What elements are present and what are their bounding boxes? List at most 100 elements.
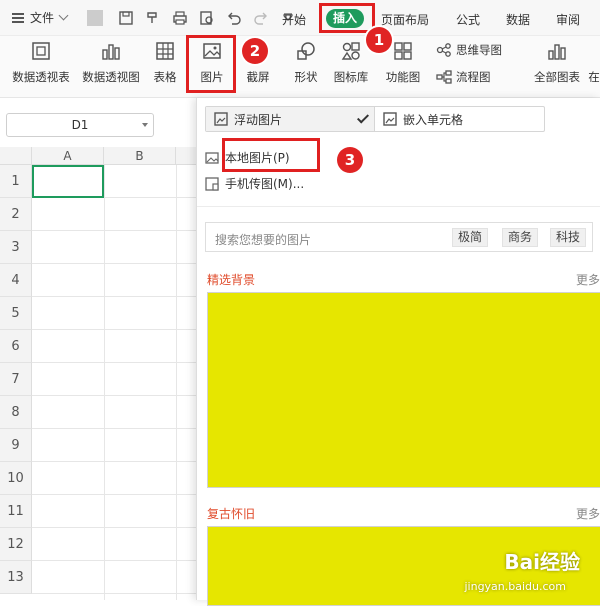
row-gridline	[32, 593, 196, 594]
row-header[interactable]: 7	[0, 363, 32, 396]
save-icon[interactable]	[118, 10, 134, 26]
picture-search-box[interactable]: 搜索您想要的图片 极简 商务 科技	[205, 222, 593, 252]
print-icon[interactable]	[172, 10, 188, 26]
icon-library-icon	[341, 42, 360, 60]
chip-minimal[interactable]: 极简	[452, 228, 489, 247]
row-header[interactable]: 11	[0, 495, 32, 528]
flowchart-label: 流程图	[456, 70, 491, 84]
row-header[interactable]: 2	[0, 198, 32, 231]
section-featured-title: 精选背景	[207, 273, 256, 287]
section-retro-more-link[interactable]: 更多	[576, 505, 600, 522]
row-header[interactable]: 3	[0, 231, 32, 264]
row-header[interactable]: 12	[0, 528, 32, 561]
float-picture-icon	[214, 112, 228, 126]
row-gridline	[32, 362, 196, 363]
row-gridline	[32, 494, 196, 495]
picture-mode-toggle: 浮动图片 嵌入单元格	[205, 106, 545, 132]
screenshot-label: 截屏	[246, 70, 270, 84]
table-icon	[156, 42, 174, 60]
picture-dropdown-panel: 浮动图片 嵌入单元格 本地图片(P) 手机传图(M)... 搜索您想要的图片 极…	[196, 98, 600, 606]
all-charts-button[interactable]: 全部图表	[532, 40, 582, 85]
pivot-table-button[interactable]: 数据透视表	[10, 40, 72, 85]
shapes-icon	[297, 42, 315, 60]
column-header-c[interactable]	[176, 147, 196, 165]
overflow-button[interactable]: 在	[588, 69, 600, 85]
tab-data[interactable]: 数据	[506, 11, 530, 28]
column-header-b[interactable]: B	[104, 147, 176, 165]
undo-icon[interactable]	[226, 10, 242, 26]
chip-tech[interactable]: 科技	[550, 228, 587, 247]
format-painter-icon[interactable]	[145, 10, 161, 26]
name-box-value: D1	[71, 118, 89, 132]
quick-access-toolbar	[83, 9, 296, 26]
active-cell[interactable]	[32, 165, 104, 198]
baidu-watermark-logo: Bai经验	[504, 550, 580, 574]
phone-picture-item[interactable]: 手机传图(M)...	[205, 175, 304, 192]
tab-home[interactable]: 开始	[282, 11, 306, 28]
icon-library-button[interactable]: 图标库	[332, 40, 370, 85]
function-chart-label: 功能图	[385, 70, 421, 84]
flowchart-icon	[436, 70, 452, 84]
featured-background-thumbnail[interactable]	[207, 292, 600, 488]
embed-cell-option[interactable]: 嵌入单元格	[375, 107, 544, 131]
retro-thumbnail[interactable]: Bai经验 jingyan.baidu.com	[207, 526, 600, 606]
tab-page-layout[interactable]: 页面布局	[381, 11, 429, 28]
image-icon	[205, 151, 219, 164]
row-header[interactable]: 8	[0, 396, 32, 429]
pivot-table-icon	[32, 42, 50, 60]
function-chart-icon	[394, 42, 412, 60]
float-picture-label: 浮动图片	[234, 112, 283, 127]
embed-cell-label: 嵌入单元格	[403, 112, 464, 127]
phone-picture-label: 手机传图(M)...	[225, 177, 305, 191]
tab-formulas[interactable]: 公式	[456, 11, 480, 28]
redo-icon[interactable]	[253, 10, 269, 26]
phone-image-icon	[205, 176, 219, 191]
icon-library-label: 图标库	[333, 70, 369, 84]
mindmap-label: 思维导图	[456, 43, 502, 57]
pivot-chart-button[interactable]: 数据透视图	[80, 40, 142, 85]
file-menu[interactable]: 文件	[0, 9, 69, 26]
bar-chart-icon	[548, 44, 566, 60]
pivot-table-label: 数据透视表	[12, 70, 70, 84]
embed-cell-icon	[383, 112, 397, 126]
mindmap-button[interactable]: 思维导图	[436, 42, 502, 58]
corner-select-all[interactable]	[0, 147, 32, 165]
chip-business[interactable]: 商务	[502, 228, 539, 247]
row-header[interactable]: 13	[0, 561, 32, 594]
step-badge-3: 3	[337, 147, 363, 173]
column-header-a[interactable]: A	[32, 147, 104, 165]
print-preview-icon[interactable]	[199, 10, 215, 26]
row-gridline	[32, 329, 196, 330]
table-label: 表格	[153, 70, 177, 84]
checkmark-icon	[356, 111, 370, 124]
ribbon-insert: 数据透视表 数据透视图 表格 图片 截屏 形状 图标库 功能图 思维导图 流程图…	[0, 36, 600, 98]
row-header[interactable]: 9	[0, 429, 32, 462]
highlight-box-picture	[186, 35, 236, 93]
row-header[interactable]: 5	[0, 297, 32, 330]
row-gridline	[32, 527, 196, 528]
highlight-box-local-picture	[222, 138, 320, 172]
tab-review[interactable]: 审阅	[556, 11, 580, 28]
search-placeholder: 搜索您想要的图片	[215, 233, 312, 247]
pivot-chart-label: 数据透视图	[82, 70, 140, 84]
float-picture-option[interactable]: 浮动图片	[206, 107, 375, 131]
row-header[interactable]: 6	[0, 330, 32, 363]
row-gridline	[32, 461, 196, 462]
section-retro-title: 复古怀旧	[207, 507, 256, 521]
all-charts-label: 全部图表	[534, 70, 580, 84]
table-button[interactable]: 表格	[150, 40, 180, 85]
baidu-watermark-url: jingyan.baidu.com	[464, 580, 566, 593]
row-header[interactable]: 1	[0, 165, 32, 198]
row-header[interactable]: 4	[0, 264, 32, 297]
row-gridline	[32, 230, 196, 231]
section-featured-more-link[interactable]: 更多	[576, 271, 600, 288]
row-gridline	[32, 560, 196, 561]
name-box[interactable]: D1	[6, 113, 154, 137]
pivot-chart-icon	[102, 44, 120, 60]
flowchart-button[interactable]: 流程图	[436, 69, 491, 85]
overflow-label: 在	[588, 70, 600, 84]
chevron-down-icon	[58, 10, 69, 21]
shapes-button[interactable]: 形状	[286, 40, 326, 85]
row-gridline	[32, 395, 196, 396]
row-header[interactable]: 10	[0, 462, 32, 495]
